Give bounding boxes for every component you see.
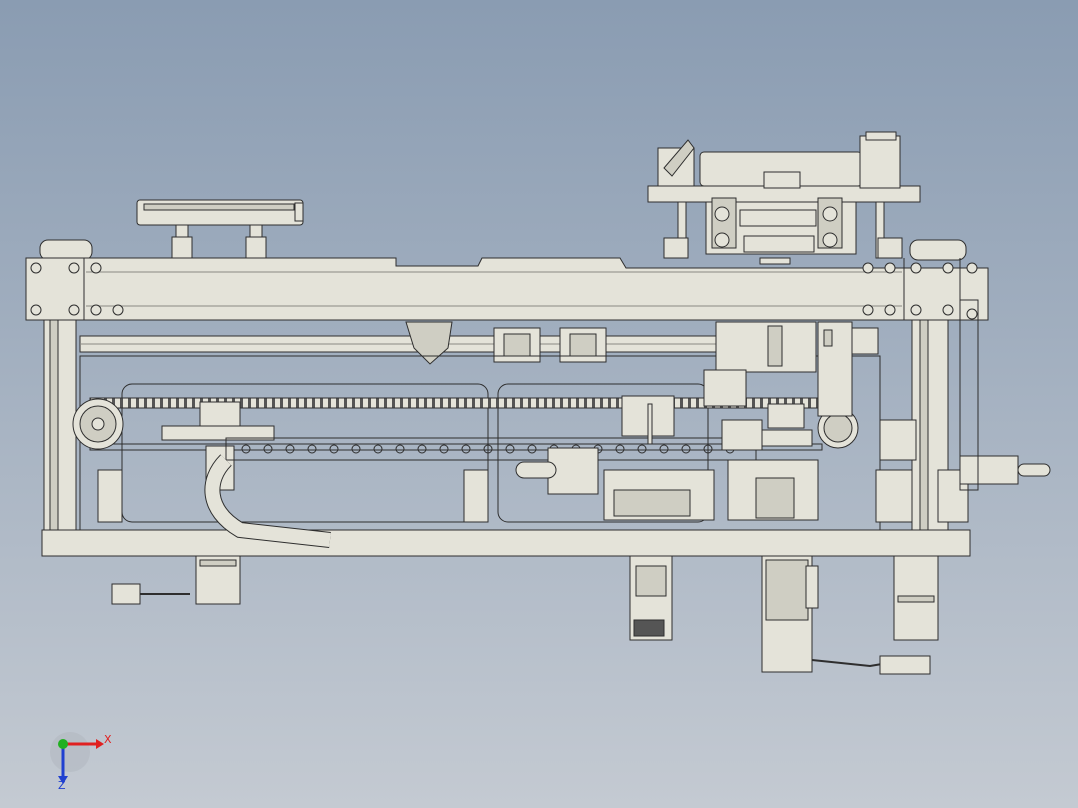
linear-guide-rail [79,321,717,365]
cad-assembly-model[interactable] [0,0,1078,808]
stepper-motor-left [111,555,241,605]
top-handle-plate [136,199,304,260]
upper-main-beam [25,257,989,321]
x-axis-label: X [104,733,112,746]
servo-motor-center [629,555,673,641]
stepper-motor-right [893,555,939,641]
z-axis-label: Z [58,779,66,792]
axis-triad [50,732,104,784]
graphics-viewport[interactable]: X Z [0,0,1078,808]
y-axis-dot [58,739,68,749]
top-right-gripper-assembly [647,131,921,265]
